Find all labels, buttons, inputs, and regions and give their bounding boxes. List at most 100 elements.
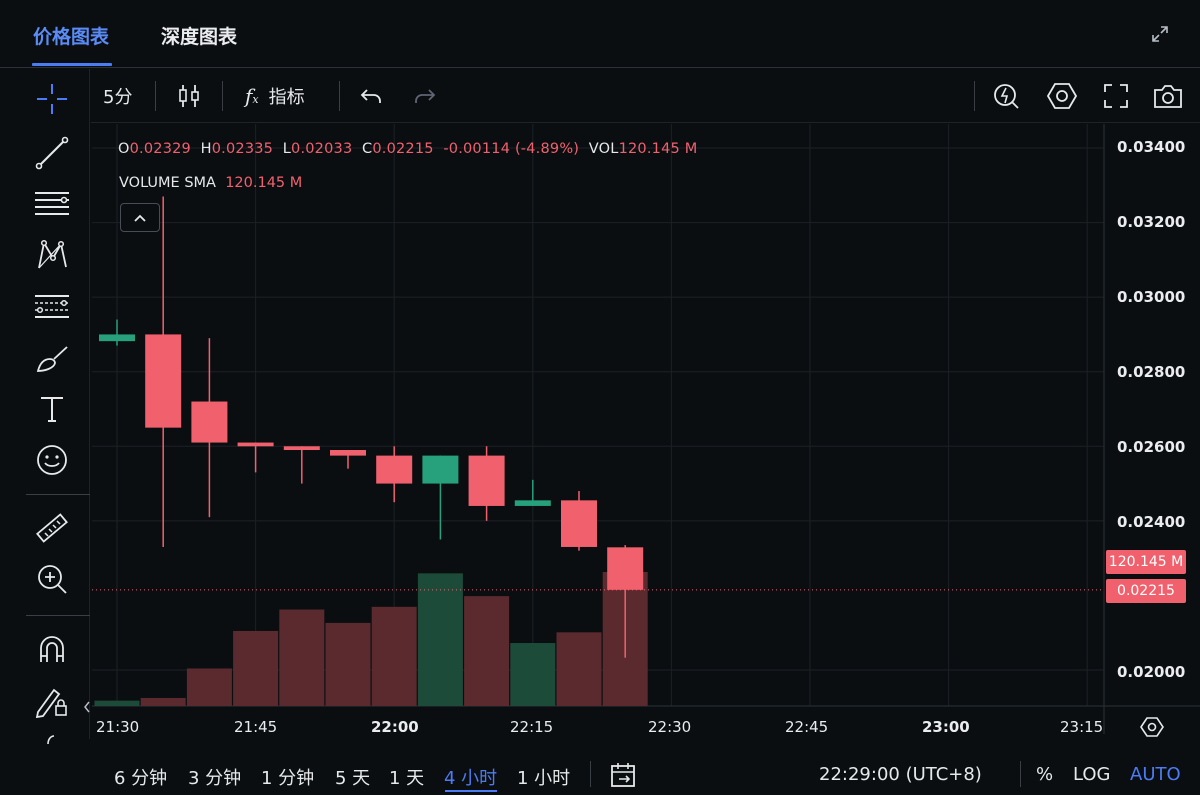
- volume-bar: [417, 573, 463, 706]
- date-range-icon[interactable]: [609, 761, 637, 789]
- candle-body: [422, 455, 459, 484]
- interval-1day[interactable]: 1 天: [389, 764, 424, 790]
- percent-toggle[interactable]: %: [1036, 764, 1053, 785]
- time-tick: 23:15: [1060, 718, 1104, 736]
- last-price-tag: 0.02215: [1106, 579, 1186, 603]
- chart-tabs: 价格图表 深度图表: [0, 0, 1200, 68]
- undo-icon[interactable]: [359, 83, 383, 109]
- interval-1hour[interactable]: 1 小时: [517, 764, 570, 790]
- time-tick: 22:00: [371, 718, 419, 736]
- change-percent: (-4.89%): [514, 141, 580, 157]
- interval-4hour[interactable]: 4 小时: [444, 764, 497, 790]
- tab-depth-chart[interactable]: 深度图表: [161, 22, 237, 49]
- volume-label: VOL: [588, 141, 619, 157]
- candle-body: [561, 500, 597, 547]
- open-value: 0.02329: [129, 141, 191, 157]
- emoji-icon[interactable]: [34, 442, 70, 478]
- timeframe-bar: 6 分钟 3 分钟 1 分钟 5 天 1 天 4 小时 1 小时 22:29:0…: [91, 755, 1200, 795]
- quick-trade-icon[interactable]: [993, 83, 1021, 109]
- auto-toggle[interactable]: AUTO: [1130, 764, 1181, 785]
- volume-value: 120.145 M: [618, 141, 698, 157]
- time-tick: 22:30: [648, 718, 692, 736]
- active-interval-indicator: [445, 790, 497, 792]
- time-tick: 21:30: [96, 718, 140, 736]
- toolbar-divider: [155, 81, 156, 111]
- trend-line-icon[interactable]: [34, 135, 70, 171]
- redo-icon[interactable]: [413, 83, 437, 109]
- toolbar-divider: [339, 81, 340, 111]
- tab-price-chart[interactable]: 价格图表: [33, 22, 109, 49]
- pattern-icon[interactable]: [34, 237, 70, 273]
- lock-drawing-icon[interactable]: [34, 683, 70, 719]
- time-tick: 21:45: [234, 718, 278, 736]
- candle-body: [99, 334, 135, 342]
- time-tick: 22:15: [510, 718, 554, 736]
- fibonacci-icon[interactable]: [34, 289, 70, 325]
- low-label: L: [282, 141, 292, 157]
- indicators-button[interactable]: fx 指标: [245, 83, 305, 109]
- text-tool-icon[interactable]: [34, 391, 70, 427]
- volume-bar: [510, 643, 556, 706]
- toolbar-divider: [26, 494, 90, 495]
- axis-settings-icon[interactable]: [1140, 716, 1164, 738]
- interval-selector[interactable]: 5分: [103, 83, 132, 109]
- chart-toolbar: 5分 fx 指标: [91, 69, 1200, 123]
- volume-bar: [233, 630, 279, 706]
- time-tick: 22:45: [785, 718, 829, 736]
- toolbar-divider: [26, 615, 90, 616]
- close-value: 0.02215: [372, 141, 434, 157]
- chevron-up-icon: [134, 214, 146, 222]
- zoom-in-icon[interactable]: [34, 561, 70, 597]
- expand-icon[interactable]: [1150, 24, 1170, 44]
- sma-label: VOLUME SMA: [119, 175, 216, 191]
- change-value: -0.00114: [443, 141, 511, 157]
- interval-5day[interactable]: 5 天: [335, 764, 370, 790]
- close-label: C: [362, 141, 373, 157]
- more-tools-icon[interactable]: [34, 729, 70, 749]
- low-value: 0.02033: [291, 141, 353, 157]
- ruler-icon[interactable]: [34, 510, 70, 546]
- volume-bar: [556, 632, 602, 706]
- horizontal-lines-icon[interactable]: [34, 186, 70, 222]
- price-tick: 0.03200: [1117, 213, 1186, 231]
- price-tick: 0.03400: [1117, 138, 1186, 156]
- candle-body: [376, 455, 413, 484]
- indicators-label: 指标: [268, 87, 305, 108]
- interval-6min[interactable]: 6 分钟: [114, 764, 167, 790]
- volume-bar: [140, 697, 186, 706]
- toolbar-divider: [222, 81, 223, 111]
- price-tick: 0.02600: [1117, 438, 1186, 456]
- volume-bar: [602, 572, 648, 706]
- active-tab-indicator: [32, 63, 112, 66]
- fullscreen-icon[interactable]: [1103, 83, 1129, 109]
- bar-divider: [590, 761, 591, 787]
- volume-bar: [94, 700, 140, 706]
- camera-icon[interactable]: [1153, 83, 1183, 109]
- candle-body: [607, 547, 644, 590]
- interval-3min[interactable]: 3 分钟: [188, 764, 241, 790]
- clock-display: 22:29:00 (UTC+8): [819, 764, 982, 785]
- volume-bar: [279, 609, 325, 706]
- candle-type-icon[interactable]: [177, 83, 201, 109]
- volume-bar: [371, 606, 417, 706]
- brush-icon[interactable]: [34, 340, 70, 376]
- collapse-legend-button[interactable]: [120, 203, 160, 232]
- function-icon: fx: [245, 84, 259, 108]
- settings-icon[interactable]: [1047, 83, 1077, 109]
- magnet-icon[interactable]: [34, 631, 70, 667]
- collapse-toolbar-icon[interactable]: [82, 700, 92, 714]
- price-tick: 0.03000: [1117, 288, 1186, 306]
- bar-divider: [1020, 761, 1021, 787]
- time-tick: 23:00: [922, 718, 970, 736]
- volume-bar: [325, 622, 371, 706]
- log-toggle[interactable]: LOG: [1073, 764, 1111, 785]
- price-tick: 0.02000: [1117, 663, 1186, 681]
- candle-body: [468, 455, 505, 506]
- crosshair-icon[interactable]: [34, 81, 70, 117]
- sma-value: 120.145 M: [225, 175, 303, 191]
- candle-body: [283, 446, 320, 451]
- volume-price-tag: 120.145 M: [1106, 550, 1186, 574]
- price-tick: 0.02800: [1117, 363, 1186, 381]
- toolbar-divider: [974, 81, 975, 111]
- interval-1min[interactable]: 1 分钟: [261, 764, 314, 790]
